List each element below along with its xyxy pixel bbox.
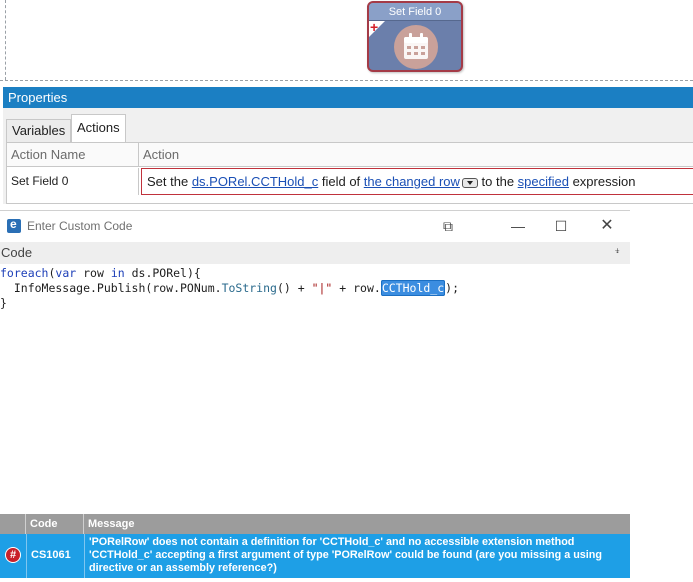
maximize-icon[interactable]: ☐ [551, 216, 571, 236]
properties-header: Properties [3, 87, 693, 108]
close-icon[interactable]: ✕ [597, 216, 617, 236]
title-bar[interactable]: Enter Custom Code ⧉ — ☐ ✕ [0, 211, 630, 241]
custom-code-window: Enter Custom Code ⧉ — ☐ ✕ Code ⍖ foreach… [0, 210, 630, 582]
restore-icon[interactable]: ⧉ [438, 216, 458, 236]
error-icon: # [5, 547, 21, 563]
code-line-2: InfoMessage.Publish(row.PONum.ToString()… [0, 280, 459, 296]
node-title: Set Field 0 [369, 3, 461, 21]
action-name-cell[interactable]: Set Field 0 [7, 168, 139, 195]
minimize-icon[interactable]: — [508, 216, 528, 236]
column-header-code[interactable]: Code [27, 514, 84, 534]
expression-link[interactable]: specified [518, 174, 569, 189]
error-list-header: Code Message [0, 514, 630, 534]
window-title: Enter Custom Code [27, 219, 133, 233]
code-pane-header: Code ⍖ [0, 242, 630, 264]
column-separator [26, 534, 27, 578]
tab-actions[interactable]: Actions [71, 114, 126, 142]
action-text: Set the [147, 174, 192, 189]
set-field-node[interactable]: Set Field 0 + [367, 1, 463, 72]
workflow-canvas[interactable]: Set Field 0 + [0, 0, 693, 86]
error-row[interactable]: # CS1061 'PORelRow' does not contain a d… [0, 534, 630, 578]
properties-panel: Variables Actions Action Name Action Set… [3, 108, 693, 204]
action-cell[interactable]: Set the ds.PORel.CCTHold_c field of the … [141, 168, 693, 195]
action-text: field of [318, 174, 364, 189]
field-link[interactable]: ds.PORel.CCTHold_c [192, 174, 318, 189]
connector-line-vertical [5, 0, 6, 80]
column-header-message[interactable]: Message [85, 514, 134, 534]
dropdown-icon[interactable] [461, 178, 478, 188]
row-link[interactable]: the changed row [364, 174, 460, 189]
code-pane-label: Code [1, 245, 33, 260]
app-icon [7, 217, 21, 233]
error-message: 'PORelRow' does not contain a definition… [89, 536, 602, 574]
pin-icon[interactable]: ⍖ [614, 245, 621, 258]
action-text: expression [568, 174, 636, 189]
action-text: to the [477, 174, 518, 189]
error-code: CS1061 [31, 549, 71, 561]
calendar-icon [394, 25, 438, 69]
column-header-action-name[interactable]: Action Name [7, 143, 139, 167]
column-separator [84, 534, 85, 578]
code-line-3: } [0, 296, 7, 310]
error-list: Code Message # CS1061 'PORelRow' does no… [0, 514, 630, 582]
column-header-icon [0, 514, 26, 534]
tab-variables[interactable]: Variables [6, 119, 72, 142]
add-icon[interactable]: + [370, 20, 378, 34]
selected-token[interactable]: CCTHold_c [380, 280, 446, 296]
column-header-action[interactable]: Action [139, 143, 693, 167]
code-line-1: foreach(var row in ds.PORel){ [0, 266, 201, 280]
actions-grid: Action Name Action Set Field 0 Set the d… [6, 142, 693, 204]
connector-line-horizontal [0, 80, 693, 81]
code-editor[interactable]: foreach(var row in ds.PORel){ InfoMessag… [0, 266, 630, 511]
